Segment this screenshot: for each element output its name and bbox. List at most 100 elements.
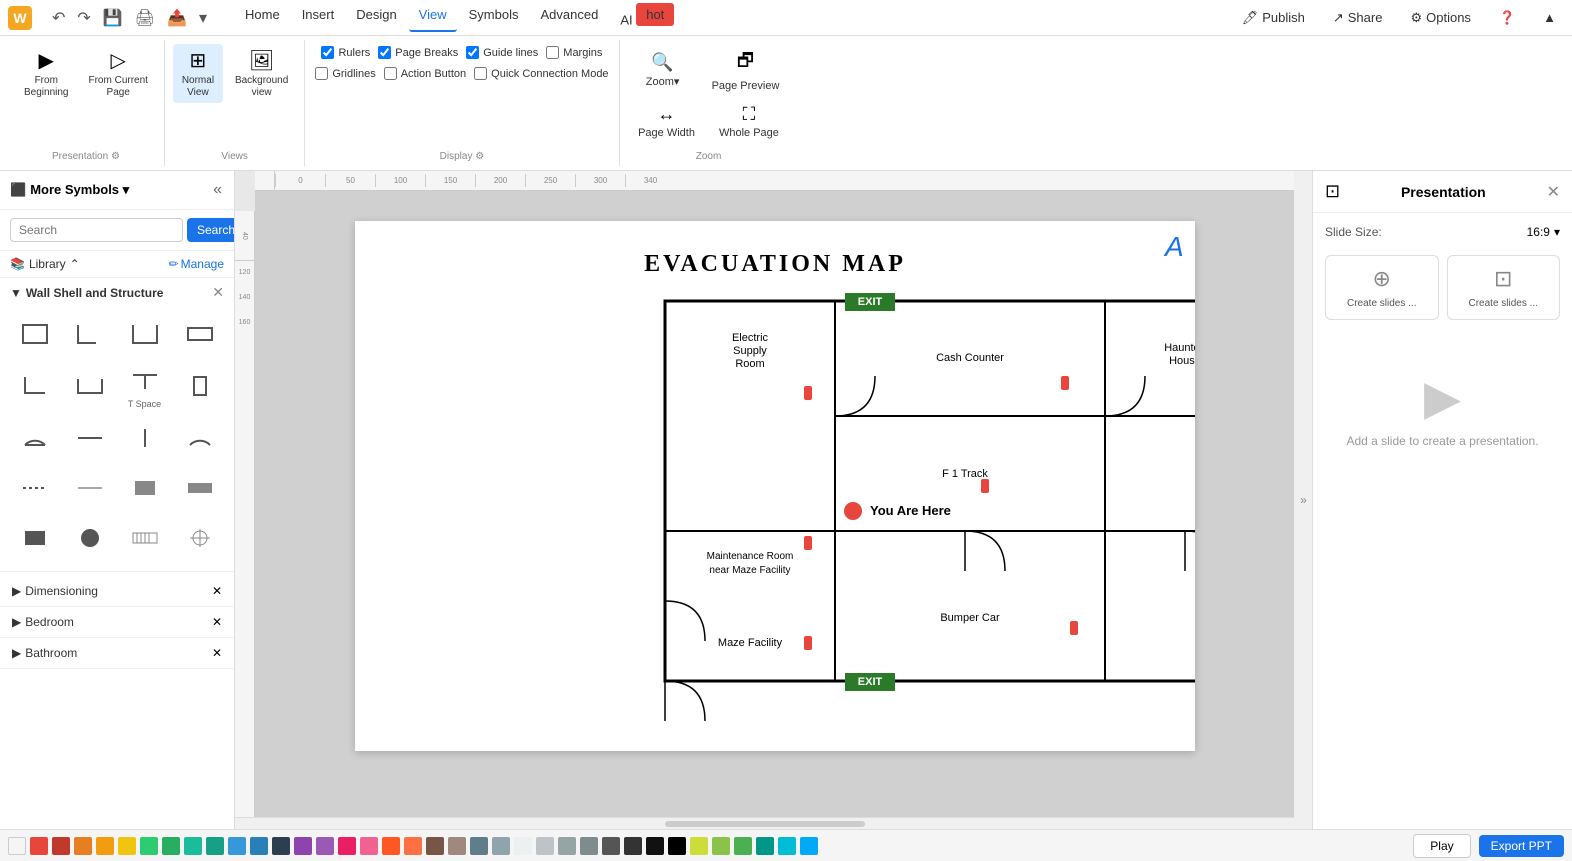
- shape-u[interactable]: [120, 315, 169, 359]
- shape-vert-rect[interactable]: [175, 365, 224, 413]
- nav-advanced[interactable]: Advanced: [530, 3, 608, 31]
- slide-size-value[interactable]: 16:9 ▾: [1527, 225, 1560, 239]
- page-width-button[interactable]: ↔ Page Width: [628, 100, 705, 143]
- search-button[interactable]: Search: [187, 218, 235, 242]
- zoom-button[interactable]: 🔍 Zoom▾: [628, 48, 698, 92]
- color-swatch-32[interactable]: [734, 837, 752, 855]
- color-swatch-8[interactable]: [206, 837, 224, 855]
- color-swatch-0[interactable]: [30, 837, 48, 855]
- color-swatch-35[interactable]: [800, 837, 818, 855]
- options-button[interactable]: ⚙ Options: [1402, 6, 1478, 30]
- color-swatch-25[interactable]: [580, 837, 598, 855]
- whole-page-button[interactable]: ⛶ Whole Page: [709, 100, 789, 143]
- shape-arc2[interactable]: [175, 419, 224, 463]
- color-swatch-10[interactable]: [250, 837, 268, 855]
- color-swatch-20[interactable]: [470, 837, 488, 855]
- shape-pattern[interactable]: [120, 519, 169, 563]
- shape-arc[interactable]: [10, 419, 59, 463]
- guide-lines-checkbox[interactable]: Guide lines: [464, 44, 540, 61]
- color-swatch-17[interactable]: [404, 837, 422, 855]
- minimize-button[interactable]: ▲: [1535, 6, 1564, 29]
- create-slides-2-button[interactable]: ⊡ Create slides ...: [1447, 255, 1561, 320]
- rulers-checkbox[interactable]: Rulers: [319, 44, 372, 61]
- color-swatch-21[interactable]: [492, 837, 510, 855]
- library-title[interactable]: 📚 Library ⌃: [10, 257, 80, 271]
- shape-corner[interactable]: [10, 365, 59, 413]
- search-input[interactable]: [10, 218, 183, 242]
- color-swatch-6[interactable]: [162, 837, 180, 855]
- color-swatch-29[interactable]: [668, 837, 686, 855]
- dimensioning-close-icon[interactable]: ✕: [212, 584, 222, 598]
- horizontal-scrollbar[interactable]: [235, 817, 1294, 829]
- forward-button[interactable]: ↷: [73, 6, 94, 30]
- wall-shell-close-button[interactable]: ✕: [212, 284, 224, 301]
- publish-button[interactable]: 🖊 Publish: [1234, 6, 1313, 30]
- color-swatch-14[interactable]: [338, 837, 356, 855]
- color-swatch-19[interactable]: [448, 837, 466, 855]
- color-swatch-33[interactable]: [756, 837, 774, 855]
- page-breaks-checkbox[interactable]: Page Breaks: [376, 44, 460, 61]
- bedroom-section[interactable]: ▶ Bedroom ✕: [0, 607, 234, 638]
- shape-line2[interactable]: [65, 469, 114, 513]
- shape-crosshair[interactable]: [175, 519, 224, 563]
- color-swatch-12[interactable]: [294, 837, 312, 855]
- gridlines-checkbox[interactable]: Gridlines: [313, 65, 377, 82]
- save-button[interactable]: 💾: [99, 6, 127, 30]
- play-button[interactable]: Play: [1413, 834, 1470, 858]
- share-button[interactable]: 📤: [163, 6, 191, 30]
- bathroom-section[interactable]: ▶ Bathroom ✕: [0, 638, 234, 669]
- color-special-swatch[interactable]: [8, 837, 26, 855]
- color-swatch-18[interactable]: [426, 837, 444, 855]
- dropdown-button[interactable]: ▾: [195, 6, 211, 30]
- share-btn[interactable]: ↗ Share: [1325, 6, 1391, 30]
- bathroom-close-icon[interactable]: ✕: [212, 646, 222, 660]
- more-symbols-title[interactable]: ⬛ More Symbols ▾: [10, 182, 129, 198]
- shape-dots[interactable]: [10, 469, 59, 513]
- color-swatch-23[interactable]: [536, 837, 554, 855]
- shape-gray-rect2[interactable]: [175, 469, 224, 513]
- back-button[interactable]: ↶: [48, 6, 69, 30]
- shape-dark-rect[interactable]: [10, 519, 59, 563]
- quick-connection-checkbox[interactable]: Quick Connection Mode: [472, 65, 610, 82]
- shape-bracket[interactable]: [65, 365, 114, 413]
- color-swatch-34[interactable]: [778, 837, 796, 855]
- shape-rect[interactable]: [10, 315, 59, 359]
- shape-t-space[interactable]: T Space: [120, 365, 169, 413]
- from-beginning-button[interactable]: ▶ FromBeginning: [16, 44, 76, 103]
- background-view-button[interactable]: 🖼 Backgroundview: [227, 44, 296, 103]
- color-swatch-4[interactable]: [118, 837, 136, 855]
- from-current-button[interactable]: ▷ From CurrentPage: [80, 44, 155, 103]
- color-swatch-27[interactable]: [624, 837, 642, 855]
- create-slides-1-button[interactable]: ⊕ Create slides ...: [1325, 255, 1439, 320]
- color-swatch-13[interactable]: [316, 837, 334, 855]
- nav-ai[interactable]: AI hot: [610, 3, 684, 31]
- shape-line-h[interactable]: [65, 419, 114, 463]
- collapse-panel-button[interactable]: «: [211, 179, 224, 201]
- color-swatch-3[interactable]: [96, 837, 114, 855]
- color-swatch-15[interactable]: [360, 837, 378, 855]
- nav-view[interactable]: View: [409, 3, 457, 31]
- nav-insert[interactable]: Insert: [292, 3, 345, 31]
- shape-gray-rect[interactable]: [120, 469, 169, 513]
- color-swatch-2[interactable]: [74, 837, 92, 855]
- shape-circle[interactable]: [65, 519, 114, 563]
- color-swatch-16[interactable]: [382, 837, 400, 855]
- action-button-checkbox[interactable]: Action Button: [382, 65, 468, 82]
- nav-symbols[interactable]: Symbols: [459, 3, 529, 31]
- shape-l[interactable]: [65, 315, 114, 359]
- color-swatch-28[interactable]: [646, 837, 664, 855]
- nav-design[interactable]: Design: [346, 3, 406, 31]
- print-button[interactable]: 🖨: [131, 6, 159, 30]
- right-panel-close-button[interactable]: ✕: [1547, 182, 1560, 202]
- nav-home[interactable]: Home: [235, 3, 290, 31]
- shape-rect-outline[interactable]: [175, 315, 224, 359]
- color-swatch-7[interactable]: [184, 837, 202, 855]
- right-panel-collapse[interactable]: »: [1294, 171, 1312, 829]
- page-preview-button[interactable]: 🗗 Page Preview: [702, 44, 790, 96]
- shape-line-v[interactable]: [120, 419, 169, 463]
- color-swatch-30[interactable]: [690, 837, 708, 855]
- color-swatch-5[interactable]: [140, 837, 158, 855]
- dimensioning-section[interactable]: ▶ Dimensioning ✕: [0, 576, 234, 607]
- margins-checkbox[interactable]: Margins: [544, 44, 604, 61]
- bedroom-close-icon[interactable]: ✕: [212, 615, 222, 629]
